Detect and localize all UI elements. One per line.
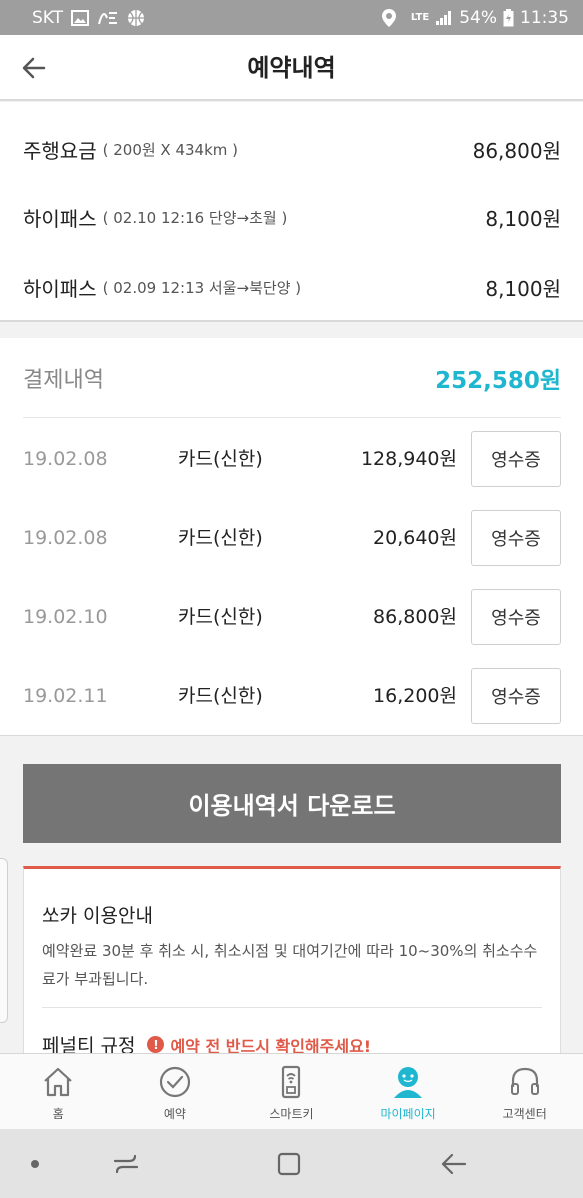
receipt-button[interactable]: 영수증 xyxy=(471,589,561,645)
system-dot-button[interactable] xyxy=(17,1146,53,1182)
clock-time: 11:35 xyxy=(520,7,569,28)
payment-header: 결제내역 252,580원 xyxy=(23,338,561,418)
payment-row: 19.02.10 카드(신한) 86,800원 영수증 xyxy=(23,588,561,646)
fare-amount: 8,100원 xyxy=(485,276,561,301)
recent-apps-icon xyxy=(113,1154,139,1174)
fare-detail: ( 02.09 12:13 서울→북단양 ) xyxy=(102,278,302,297)
bottom-nav: 홈 예약 스마트키 마이페이지 고객센터 xyxy=(0,1053,583,1129)
payment-method: 카드(신한) xyxy=(178,527,263,549)
nav-item-smartkey[interactable]: 스마트키 xyxy=(233,1054,350,1129)
nav-label: 홈 xyxy=(52,1107,64,1121)
location-icon xyxy=(381,8,396,27)
payment-method: 카드(신한) xyxy=(178,448,263,470)
receipt-button[interactable]: 영수증 xyxy=(471,510,561,566)
basketball-icon xyxy=(128,9,145,26)
signal-boost-icon xyxy=(98,11,118,24)
app-bar: 예약내역 xyxy=(0,35,583,101)
nav-label: 마이페이지 xyxy=(380,1107,436,1121)
nav-item-reservation[interactable]: 예약 xyxy=(117,1054,234,1129)
fare-detail: ( 02.10 12:16 단양→초월 ) xyxy=(102,208,288,227)
payment-row: 19.02.11 카드(신한) 16,200원 영수증 xyxy=(23,667,561,725)
home-icon xyxy=(40,1064,76,1100)
payment-amount: 16,200원 xyxy=(373,685,457,707)
carrier-label: SKT xyxy=(32,7,64,28)
fare-section: 주행요금 ( 200원 X 434km ) 86,800원 하이패스 ( 02.… xyxy=(0,102,583,322)
payment-total: 252,580원 xyxy=(435,367,561,394)
payment-amount: 128,940원 xyxy=(360,448,457,470)
nav-label: 스마트키 xyxy=(269,1107,314,1121)
mypage-icon xyxy=(390,1064,426,1100)
fare-name: 하이패스 xyxy=(23,276,97,301)
warning-text: 예약 전 반드시 확인해주세요! xyxy=(170,1036,372,1054)
payment-row: 19.02.08 카드(신한) 128,940원 영수증 xyxy=(23,430,561,488)
back-button[interactable] xyxy=(14,48,54,88)
signal-icon xyxy=(436,10,452,25)
payment-date: 19.02.08 xyxy=(23,448,108,470)
penalty-title: 페널티 규정 xyxy=(42,1035,136,1053)
page-title: 예약내역 xyxy=(247,54,336,82)
info-title: 쏘카 이용안내 xyxy=(42,905,153,927)
fare-row: 주행요금 ( 200원 X 434km ) 86,800원 xyxy=(23,129,561,169)
system-back-button[interactable] xyxy=(435,1146,471,1182)
nav-item-home[interactable]: 홈 xyxy=(0,1054,117,1129)
system-nav-bar xyxy=(0,1129,583,1198)
fare-name: 하이패스 xyxy=(23,206,97,231)
nav-label: 예약 xyxy=(163,1107,186,1121)
status-left: SKT xyxy=(32,8,145,28)
nav-item-mypage[interactable]: 마이페이지 xyxy=(350,1054,467,1129)
payment-label: 결제내역 xyxy=(23,367,104,393)
payment-section: 결제내역 252,580원 19.02.08 카드(신한) 128,940원 영… xyxy=(0,338,583,736)
payment-date: 19.02.08 xyxy=(23,527,108,549)
system-back-icon xyxy=(441,1153,467,1175)
back-arrow-icon xyxy=(22,57,46,79)
smartkey-icon xyxy=(273,1064,309,1100)
fare-amount: 86,800원 xyxy=(472,138,561,163)
payment-date: 19.02.11 xyxy=(23,685,108,707)
headset-icon xyxy=(507,1064,543,1100)
usage-info-card: 쏘카 이용안내 예약완료 30분 후 취소 시, 취소시점 및 대여기간에 따라… xyxy=(23,866,561,1053)
payment-amount: 20,640원 xyxy=(373,527,457,549)
info-body: 예약완료 30분 후 취소 시, 취소시점 및 대여기간에 따라 10~30%의… xyxy=(42,942,538,988)
fare-row: 하이패스 ( 02.10 12:16 단양→초월 ) 8,100원 xyxy=(23,197,561,237)
payment-amount: 86,800원 xyxy=(373,606,457,628)
nav-item-support[interactable]: 고객센터 xyxy=(466,1054,583,1129)
recent-apps-button[interactable] xyxy=(108,1146,144,1182)
penalty-row[interactable]: 페널티 규정 ! 예약 전 반드시 확인해주세요! xyxy=(42,1031,371,1053)
status-right: LTE 54% 11:35 xyxy=(381,8,569,28)
fare-name: 주행요금 xyxy=(23,138,97,163)
fare-detail: ( 200원 X 434km ) xyxy=(102,140,239,159)
download-statement-button[interactable]: 이용내역서 다운로드 xyxy=(23,764,561,843)
gallery-icon xyxy=(71,9,90,26)
payment-date: 19.02.10 xyxy=(23,606,108,628)
receipt-button[interactable]: 영수증 xyxy=(471,668,561,724)
home-button[interactable] xyxy=(271,1146,307,1182)
clock-icon xyxy=(157,1064,193,1100)
network-label: LTE xyxy=(410,12,430,23)
payment-method: 카드(신한) xyxy=(178,685,263,707)
dot-icon xyxy=(31,1160,39,1168)
receipt-button[interactable]: 영수증 xyxy=(471,431,561,487)
battery-icon xyxy=(503,8,514,26)
fare-amount: 8,100원 xyxy=(485,206,561,231)
nav-label: 고객센터 xyxy=(502,1107,547,1121)
edge-panel-handle[interactable] xyxy=(0,858,8,1023)
divider xyxy=(42,1007,542,1008)
battery-percent: 54% xyxy=(459,7,497,28)
fare-row: 하이패스 ( 02.09 12:13 서울→북단양 ) 8,100원 xyxy=(23,267,561,307)
payment-method: 카드(신한) xyxy=(178,606,263,628)
home-square-icon xyxy=(277,1152,301,1176)
warning-icon: ! xyxy=(147,1036,165,1053)
payment-row: 19.02.08 카드(신한) 20,640원 영수증 xyxy=(23,509,561,567)
status-bar: SKT LTE 54% 11:35 xyxy=(0,0,583,35)
